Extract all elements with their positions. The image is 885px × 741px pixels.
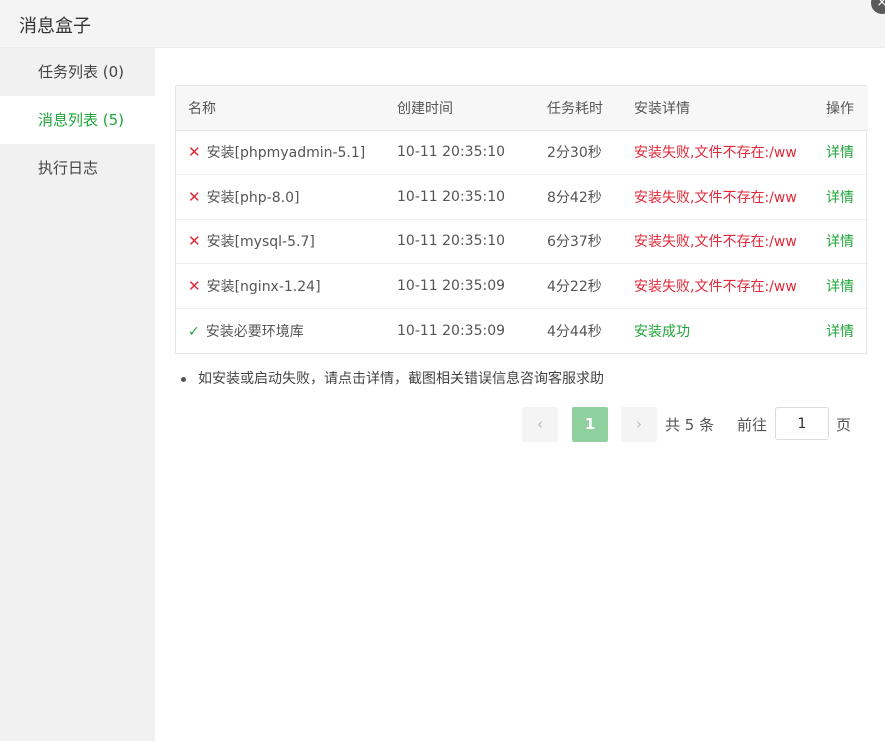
column-header-duration: 任务耗时 xyxy=(535,86,622,131)
detail-link[interactable]: 详情 xyxy=(814,174,868,220)
goto-label: 前往 xyxy=(737,416,768,434)
sidebar: 任务列表 (0) 消息列表 (5) 执行日志 xyxy=(0,48,155,741)
created-time: 10-11 20:35:09 xyxy=(385,263,535,309)
prev-page-button[interactable]: ‹ xyxy=(522,407,558,442)
created-time: 10-11 20:35:10 xyxy=(385,174,535,220)
task-name: 安装[nginx-1.24] xyxy=(206,279,321,296)
help-tip-text: 如安装或启动失败，请点击详情，截图相关错误信息咨询客服求助 xyxy=(198,371,604,387)
table-row: ✕ 安装[php-8.0] 10-11 20:35:10 8分42秒 安装失败,文… xyxy=(176,174,868,220)
table-row: ✓ 安装必要环境库 10-11 20:35:09 4分44秒 安装成功 详情 xyxy=(176,308,868,353)
task-name: 安装[php-8.0] xyxy=(206,189,300,206)
next-page-button[interactable]: › xyxy=(621,407,657,442)
task-duration: 8分42秒 xyxy=(535,174,622,220)
total-count: 共 5 条 xyxy=(665,416,715,434)
page-unit-label: 页 xyxy=(836,416,852,434)
task-duration: 4分22秒 xyxy=(535,263,622,309)
task-name: 安装必要环境库 xyxy=(205,323,304,340)
sidebar-item-message-list[interactable]: 消息列表 (5) xyxy=(0,96,155,144)
install-detail: 安装失败,文件不存在:/ww xyxy=(622,174,814,220)
window-title: 消息盒子 xyxy=(19,16,91,37)
page-button-current[interactable]: 1 xyxy=(572,407,608,442)
created-time: 10-11 20:35:10 xyxy=(385,219,535,265)
check-icon: ✓ xyxy=(188,323,200,340)
detail-link[interactable]: 详情 xyxy=(814,308,868,353)
sidebar-item-task-list[interactable]: 任务列表 (0) xyxy=(0,48,155,96)
detail-link[interactable]: 详情 xyxy=(814,130,868,176)
message-table: 名称 创建时间 任务耗时 安装详情 操作 ✕ 安装[phpmyadmin-5.1]… xyxy=(175,85,868,354)
created-time: 10-11 20:35:09 xyxy=(397,322,506,339)
column-header-detail: 安装详情 xyxy=(622,86,814,131)
bullet-icon xyxy=(181,376,186,382)
table-row: ✕ 安装[mysql-5.7] 10-11 20:35:10 6分37秒 安装失败… xyxy=(176,219,868,265)
table-row: ✕ 安装[nginx-1.24] 10-11 20:35:09 4分22秒 安装失… xyxy=(176,263,868,309)
detail-link[interactable]: 详情 xyxy=(814,219,868,265)
main-content: 名称 创建时间 任务耗时 安装详情 操作 ✕ 安装[phpmyadmin-5.1]… xyxy=(155,48,885,741)
install-detail: 安装失败,文件不存在:/ww xyxy=(622,219,814,265)
help-tip: 如安装或启动失败，请点击详情，截图相关错误信息咨询客服求助 xyxy=(181,368,604,388)
window-titlebar: 消息盒子 xyxy=(0,0,885,48)
task-duration: 6分37秒 xyxy=(535,219,622,265)
column-header-action: 操作 xyxy=(814,86,868,131)
task-name: 安装[mysql-5.7] xyxy=(206,234,315,251)
fail-icon: ✕ xyxy=(188,277,201,296)
install-detail: 安装失败,文件不存在:/ww xyxy=(622,130,814,176)
column-header-name: 名称 xyxy=(176,86,385,131)
fail-icon: ✕ xyxy=(188,143,201,162)
column-header-created: 创建时间 xyxy=(385,86,535,131)
install-detail: 安装失败,文件不存在:/ww xyxy=(622,263,814,309)
table-header-row: 名称 创建时间 任务耗时 安装详情 操作 xyxy=(176,86,868,131)
sidebar-item-execution-log[interactable]: 执行日志 xyxy=(0,144,155,192)
task-duration: 2分30秒 xyxy=(535,130,622,176)
task-duration: 4分44秒 xyxy=(547,323,602,340)
fail-icon: ✕ xyxy=(188,187,201,206)
fail-icon: ✕ xyxy=(188,232,201,251)
install-detail: 安装成功 xyxy=(634,323,690,340)
created-time: 10-11 20:35:10 xyxy=(385,130,535,176)
table-row: ✕ 安装[phpmyadmin-5.1] 10-11 20:35:10 2分30秒… xyxy=(176,130,868,176)
detail-link[interactable]: 详情 xyxy=(814,263,868,309)
goto-page-input[interactable] xyxy=(775,407,829,440)
task-name: 安装[phpmyadmin-5.1] xyxy=(206,145,366,162)
